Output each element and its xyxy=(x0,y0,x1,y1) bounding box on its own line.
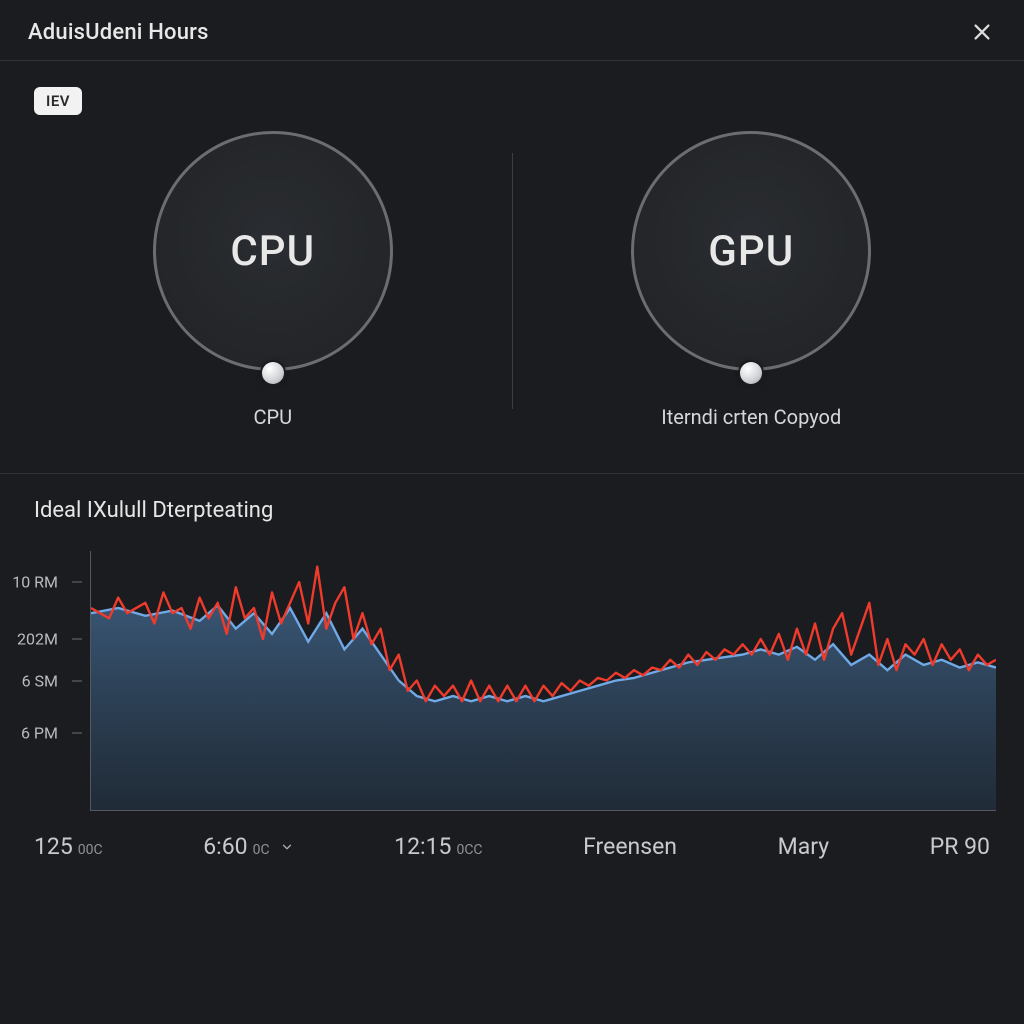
chart-section: Ideal IXulull Dterpteating 10 RM 202M 6 SM… xyxy=(0,474,1024,860)
gauges-panel: IEV CPU CPU GPU Iterndi crten Copyod xyxy=(0,61,1024,467)
x-tick-item: Mary xyxy=(778,833,829,860)
close-button[interactable] xyxy=(968,18,996,46)
gauge-knob[interactable] xyxy=(262,362,284,384)
chart-area-fill xyxy=(91,605,996,810)
x-tick-item: PR 90 xyxy=(930,833,990,860)
chart-svg xyxy=(91,551,996,810)
y-axis: 10 RM 202M 6 SM 6 PM xyxy=(12,551,82,811)
gauges-row: CPU CPU GPU Iterndi crten Copyod xyxy=(34,123,990,457)
y-tick-label: 202M xyxy=(17,630,58,649)
y-tick: 6 SM xyxy=(12,672,82,691)
gauge-label: GPU xyxy=(631,131,871,371)
y-tick-label: 10 RM xyxy=(12,573,58,592)
gauge-gpu[interactable]: GPU xyxy=(631,131,871,371)
y-tick-dash xyxy=(72,639,82,640)
x-tick-label: PR 90 xyxy=(930,833,990,860)
gauge-cpu[interactable]: CPU xyxy=(153,131,393,371)
x-tick-item: Freensen xyxy=(583,833,677,860)
mode-chip[interactable]: IEV xyxy=(34,87,82,115)
y-tick: 6 PM xyxy=(12,724,82,743)
x-tick-item[interactable]: 6:60 0C xyxy=(203,833,293,860)
chevron-down-icon xyxy=(280,833,294,860)
gauge-caption: Iterndi crten Copyod xyxy=(661,405,841,429)
y-tick-label: 6 SM xyxy=(22,672,58,691)
y-tick-label: 6 PM xyxy=(21,724,58,743)
window-title: AduisUdeni Hours xyxy=(28,20,209,45)
y-tick-dash xyxy=(72,681,82,682)
y-tick: 10 RM xyxy=(12,573,82,592)
x-tick-label: 6:60 xyxy=(203,833,247,860)
x-tick-unit: 00C xyxy=(78,842,103,858)
chart-title: Ideal IXulull Dterpteating xyxy=(0,498,1024,523)
x-tick-label: Mary xyxy=(778,833,829,860)
y-tick-dash xyxy=(72,733,82,734)
x-tick-item: 12:15 0CC xyxy=(394,833,482,860)
x-axis-bar: 125 00C 6:60 0C 12:15 0CC Freensen Mary PR 90 xyxy=(0,811,1024,860)
x-tick-unit: 0CC xyxy=(456,842,482,858)
y-tick-dash xyxy=(72,582,82,583)
x-tick-item: 125 00C xyxy=(34,833,103,860)
gauge-label: CPU xyxy=(153,131,393,371)
x-tick-unit: 0C xyxy=(253,842,270,858)
x-tick-label: 125 xyxy=(34,833,73,860)
gauge-gpu-cell: GPU Iterndi crten Copyod xyxy=(513,123,991,429)
chart-plot[interactable] xyxy=(90,551,996,811)
chart-area: 10 RM202M6 SM6 PM xyxy=(90,551,996,811)
window-header: AduisUdeni Hours xyxy=(0,0,1024,61)
gauge-knob[interactable] xyxy=(740,362,762,384)
x-tick-label: Freensen xyxy=(583,833,677,860)
close-icon xyxy=(971,21,993,43)
gauge-cpu-cell: CPU CPU xyxy=(34,123,512,429)
gauge-caption: CPU xyxy=(253,405,292,429)
x-tick-label: 12:15 xyxy=(394,833,451,860)
y-tick: 202M xyxy=(12,630,82,649)
